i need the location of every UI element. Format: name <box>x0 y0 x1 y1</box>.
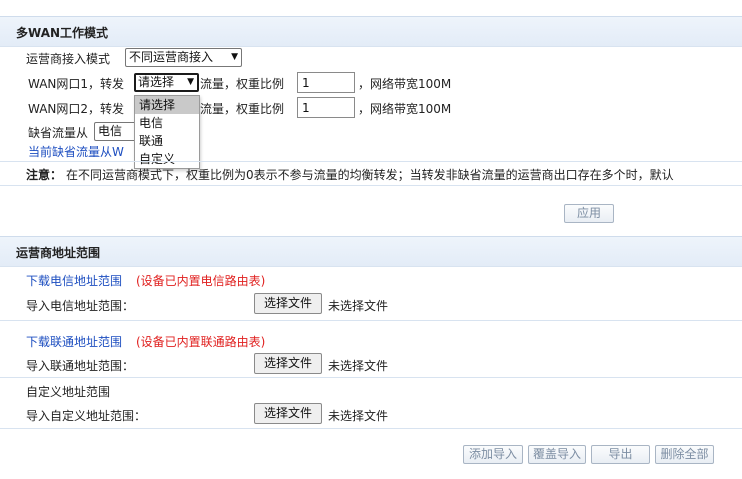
wan1-suffix: ，网络带宽100M <box>358 77 452 91</box>
apply-button[interactable]: 应用 <box>564 204 614 223</box>
custom-no-file-text: 未选择文件 <box>328 409 389 423</box>
wan2-suffix: ，网络带宽100M <box>358 102 452 116</box>
wan-mode-section-header: 多WAN工作模式 <box>0 16 742 47</box>
wan2-middle: 流量，权重比例 <box>200 102 285 116</box>
isp-range-section-title: 运营商地址范围 <box>16 246 101 260</box>
unicom-import-label: 导入联通地址范围： <box>26 359 135 373</box>
wan1-isp-value: 请选择 <box>138 75 175 89</box>
custom-range-title: 自定义地址范围 <box>26 385 111 399</box>
add-import-button[interactable]: 添加导入 <box>463 445 523 464</box>
unicom-download-link[interactable]: 下载联通地址范围 <box>26 333 122 350</box>
custom-divider <box>0 428 742 429</box>
telecom-choose-file-button[interactable]: 选择文件 <box>254 293 322 314</box>
note-label: 注意： <box>26 168 63 182</box>
wan1-isp-dropdown[interactable]: 请选择 电信 联通 自定义 <box>134 95 200 169</box>
dropdown-option-telecom[interactable]: 电信 <box>135 114 199 132</box>
telecom-import-label: 导入电信地址范围： <box>26 299 135 313</box>
wan2-weight-input[interactable] <box>297 97 355 118</box>
isp-mode-value: 不同运营商接入 <box>129 50 214 64</box>
isp-mode-label: 运营商接入模式 <box>26 52 111 66</box>
dropdown-option-unicom[interactable]: 联通 <box>135 132 199 150</box>
overwrite-import-button[interactable]: 覆盖导入 <box>528 445 586 464</box>
default-isp-value: 电信 <box>98 124 123 138</box>
default-traffic-label: 缺省流量从 <box>28 126 89 140</box>
unicom-builtin-note: (设备已内置联通路由表) <box>136 335 266 349</box>
unicom-divider <box>0 377 742 378</box>
wan1-prefix: WAN网口1，转发 <box>28 77 125 91</box>
telecom-no-file-text: 未选择文件 <box>328 299 389 313</box>
chevron-down-icon: ▼ <box>187 77 194 87</box>
custom-import-label: 导入自定义地址范围： <box>26 409 147 423</box>
wan1-middle: 流量，权重比例 <box>200 77 285 91</box>
telecom-divider <box>0 320 742 321</box>
telecom-builtin-note: (设备已内置电信路由表) <box>136 274 266 288</box>
isp-mode-select[interactable]: 不同运营商接入 ▼ <box>125 48 242 67</box>
note-divider <box>0 161 742 162</box>
unicom-no-file-text: 未选择文件 <box>328 359 389 373</box>
chevron-down-icon: ▼ <box>231 52 238 62</box>
note-bottom-divider <box>0 185 742 186</box>
wan1-weight-input[interactable] <box>297 72 355 93</box>
isp-range-section-header: 运营商地址范围 <box>0 236 742 267</box>
wan1-isp-select[interactable]: 请选择 ▼ <box>134 73 199 92</box>
unicom-choose-file-button[interactable]: 选择文件 <box>254 353 322 374</box>
custom-choose-file-button[interactable]: 选择文件 <box>254 403 322 424</box>
wan2-prefix: WAN网口2，转发 <box>28 102 125 116</box>
delete-all-button[interactable]: 删除全部 <box>655 445 714 464</box>
current-default-text: 当前缺省流量从W <box>28 145 124 159</box>
export-button[interactable]: 导出 <box>591 445 650 464</box>
note-text: 在不同运营商模式下，权重比例为0表示不参与流量的均衡转发；当转发非缺省流量的运营… <box>66 168 674 182</box>
telecom-download-link[interactable]: 下载电信地址范围 <box>26 272 122 289</box>
wan-mode-section-title: 多WAN工作模式 <box>16 26 109 40</box>
dropdown-option-select[interactable]: 请选择 <box>135 96 199 114</box>
